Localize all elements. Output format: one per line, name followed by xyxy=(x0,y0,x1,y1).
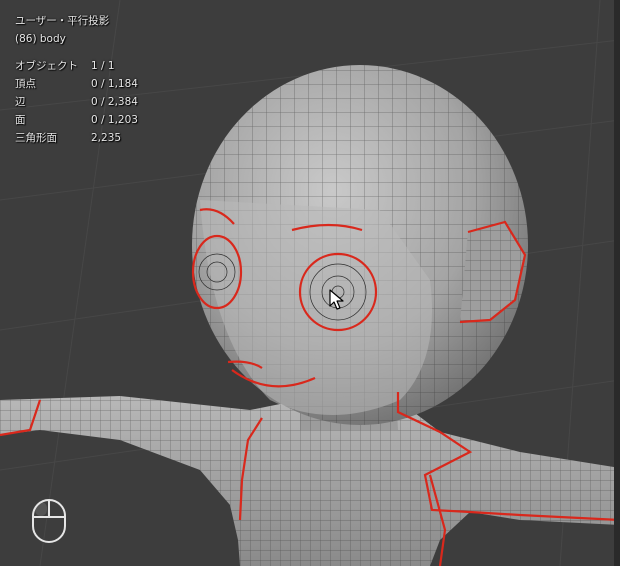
stat-label: 面 xyxy=(15,114,26,126)
object-info: (86) body xyxy=(15,33,66,45)
mouse-icon xyxy=(30,497,68,549)
arrow-cursor-icon xyxy=(329,289,345,315)
stat-value: 0 / 1,184 xyxy=(91,78,138,90)
stat-value: 1 / 1 xyxy=(91,60,115,72)
stat-row-faces: 面 0 / 1,203 xyxy=(15,111,138,129)
stat-value: 0 / 1,203 xyxy=(91,114,138,126)
stat-value: 0 / 2,384 xyxy=(91,96,138,108)
mesh-head[interactable] xyxy=(192,65,528,425)
viewport-info-overlay: ユーザー・平行投影 (86) body オブジェクト 1 / 1 頂点 0 / … xyxy=(15,12,138,147)
stat-value: 2,235 xyxy=(91,132,122,144)
stat-row-edges: 辺 0 / 2,384 xyxy=(15,93,138,111)
view-name: ユーザー・平行投影 xyxy=(15,15,110,27)
stat-row-vertices: 頂点 0 / 1,184 xyxy=(15,75,138,93)
stat-row-objects: オブジェクト 1 / 1 xyxy=(15,57,138,75)
stat-row-triangles: 三角形面 2,235 xyxy=(15,129,138,147)
scene-statistics: オブジェクト 1 / 1 頂点 0 / 1,184 辺 0 / 2,384 面 … xyxy=(15,57,138,147)
stat-label: オブジェクト xyxy=(15,60,78,72)
stat-label: 辺 xyxy=(15,96,26,108)
stat-label: 頂点 xyxy=(15,78,36,90)
viewport-edge xyxy=(614,0,620,566)
stat-label: 三角形面 xyxy=(15,132,57,144)
